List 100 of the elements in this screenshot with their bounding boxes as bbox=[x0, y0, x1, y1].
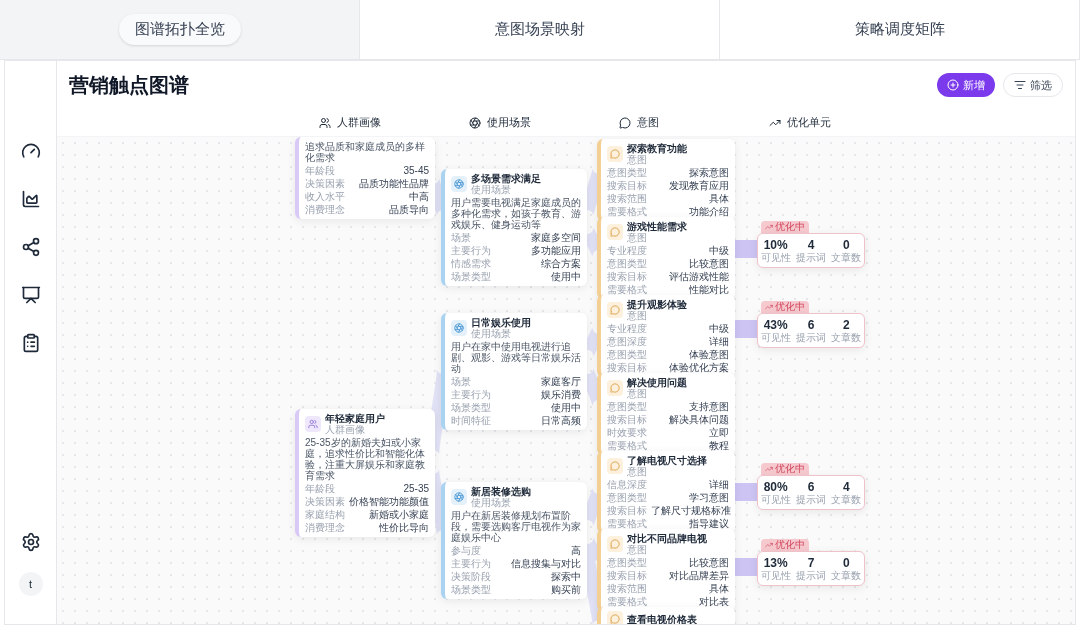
attribute-value: 体验优化方案 bbox=[669, 362, 729, 373]
chat-bubble-icon bbox=[607, 536, 623, 552]
attribute-value: 对比表 bbox=[699, 596, 729, 607]
attribute-label: 场景类型 bbox=[451, 584, 491, 595]
optimization-unit-card[interactable]: 10% 可见性 4 提示词 0 文章数 bbox=[757, 233, 865, 268]
attribute-label: 意图类型 bbox=[607, 557, 647, 568]
filter-button[interactable]: 筛选 bbox=[1003, 73, 1063, 97]
attribute-label: 需要格式 bbox=[607, 518, 647, 529]
attribute-label: 收入水平 bbox=[305, 191, 345, 202]
attribute-value: 具体 bbox=[709, 193, 729, 204]
node-type-label: 意图 bbox=[627, 466, 647, 477]
intent-node-card[interactable]: 解决使用问题 意图 意图类型 支持意图 搜索目标 解决具体问题 时效要求 立即 需要格式 教程 bbox=[597, 373, 735, 455]
attribute-value: 中级 bbox=[709, 323, 729, 334]
trend-icon bbox=[765, 223, 773, 231]
add-button[interactable]: 新增 bbox=[937, 73, 995, 97]
optimization-unit-card[interactable]: 13% 可见性 7 提示词 0 文章数 bbox=[757, 551, 865, 586]
attribute-value: 评估游戏性能 bbox=[669, 271, 729, 282]
node-title: 提升观影体验 bbox=[627, 299, 687, 310]
intent-node-card[interactable]: 了解电视尺寸选择 意图 信息深度 详细 意图类型 学习意图 搜索目标 了解尺寸规格标准 需要格式 指导建议 bbox=[597, 451, 735, 533]
metric-label: 提示词 bbox=[796, 494, 826, 505]
settings-icon[interactable] bbox=[20, 532, 41, 552]
attribute-value: 具体 bbox=[709, 583, 729, 594]
metric-label: 文章数 bbox=[831, 332, 862, 343]
metric-label: 提示词 bbox=[796, 252, 826, 263]
attribute-label: 搜索范围 bbox=[607, 193, 647, 204]
attribute-value: 综合方案 bbox=[541, 258, 581, 269]
metric-value: 6 bbox=[807, 318, 815, 332]
attribute-label: 搜索目标 bbox=[607, 271, 647, 282]
attribute-label: 搜索目标 bbox=[607, 362, 647, 373]
attribute-value: 发现教育应用 bbox=[669, 180, 729, 191]
metric-value: 0 bbox=[842, 556, 850, 570]
attribute-label: 决策阶段 bbox=[451, 571, 491, 582]
attribute-value: 详细 bbox=[709, 336, 729, 347]
attribute-value: 探索中 bbox=[551, 571, 581, 582]
node-type-label: 意图 bbox=[627, 388, 647, 399]
scenario-node-card[interactable]: 多场景需求满足 使用场景 用户需要电视满足家庭成员的多种化需求，如孩子教育、游戏娱乐、健身运动等 场景 家庭多空间 主要行为 多功能应用 情感需求 综合方案 场景类型 使用中 bbox=[441, 169, 587, 286]
attribute-label: 情感需求 bbox=[451, 258, 491, 269]
attribute-value: 比较意图 bbox=[689, 557, 729, 568]
metric-label: 提示词 bbox=[796, 332, 826, 343]
persona-node-card[interactable]: 年轻家庭用户 人群画像 25-35岁的新婚夫妇或小家庭，追求性价比和智能化体验，注重大屏娱乐和家庭教育需求 年龄段 25-35 决策因素 价格智能功能颜值 家庭结构 新婚或小家庭 消费理念 性价比导向 bbox=[295, 409, 435, 537]
node-title: 游戏性能需求 bbox=[627, 221, 687, 232]
metric-label: 文章数 bbox=[831, 494, 862, 505]
column-header: 优化单元 bbox=[787, 115, 831, 131]
column-header: 意图 bbox=[637, 115, 659, 131]
people-icon bbox=[319, 116, 331, 129]
metric-value: 2 bbox=[842, 318, 850, 332]
flow-band bbox=[735, 240, 759, 258]
attribute-value: 立即 bbox=[709, 427, 729, 438]
network-icon[interactable] bbox=[20, 237, 41, 257]
intent-node-card[interactable]: 探索教育功能 意图 意图类型 探索意图 搜索目标 发现教育应用 搜索范围 具体 需要格式 功能介绍 bbox=[597, 139, 735, 221]
intent-node-card[interactable]: 提升观影体验 意图 专业程度 中级 意图深度 详细 意图类型 体验意图 搜索目标 体验优化方案 bbox=[597, 295, 735, 377]
attribute-value: 支持意图 bbox=[689, 401, 729, 412]
area-chart-icon[interactable] bbox=[20, 189, 41, 209]
attribute-label: 消费理念 bbox=[305, 204, 345, 215]
attribute-value: 信息搜集与对比 bbox=[511, 558, 581, 569]
node-type-label: 使用场景 bbox=[471, 328, 511, 339]
status-badge: 优化中 bbox=[761, 221, 809, 233]
attribute-value: 解决具体问题 bbox=[669, 414, 729, 425]
attribute-label: 意图类型 bbox=[607, 258, 647, 269]
metric-value: 13% bbox=[763, 556, 788, 570]
gauge-icon[interactable] bbox=[20, 141, 41, 161]
node-type-label: 意图 bbox=[627, 232, 647, 243]
attribute-label: 年龄段 bbox=[305, 483, 335, 494]
optimization-unit-card[interactable]: 80% 可见性 6 提示词 4 文章数 bbox=[757, 475, 865, 510]
presentation-chart-icon[interactable] bbox=[20, 285, 41, 305]
intent-node-card[interactable]: 游戏性能需求 意图 专业程度 中级 意图类型 比较意图 搜索目标 评估游戏性能 需要格式 性能对比 bbox=[597, 217, 735, 299]
node-description: 25-35岁的新婚夫妇或小家庭，追求性价比和智能化体验，注重大屏娱乐和家庭教育需求 bbox=[305, 437, 426, 481]
persona-node-card[interactable]: 追求品质和家庭成员的多样化需求 年龄段 35-45 决策因素 品质功能性品牌 收入水平 中高 消费理念 品质导向 bbox=[295, 137, 435, 219]
attribute-label: 决策因素 bbox=[305, 496, 345, 507]
attribute-label: 年龄段 bbox=[305, 165, 335, 176]
tab[interactable]: 图谱拓扑全览 bbox=[118, 14, 241, 45]
attribute-label: 主要行为 bbox=[451, 389, 491, 400]
chat-bubble-icon bbox=[607, 146, 623, 162]
metric-label: 文章数 bbox=[831, 252, 862, 263]
attribute-value: 对比品牌差异 bbox=[669, 570, 729, 581]
status-badge: 优化中 bbox=[761, 539, 809, 551]
node-type-label: 使用场景 bbox=[471, 497, 512, 508]
attribute-value: 使用中 bbox=[551, 402, 581, 413]
scenario-node-card[interactable]: 新居装修选购 使用场景 用户在新居装修规划布置阶段，需要选购客厅电视作为家庭娱乐中心 参与度 高 主要行为 信息搜集与对比 决策阶段 探索中 场景类型 购买前 bbox=[441, 482, 587, 599]
optimization-unit-card[interactable]: 43% 可见性 6 提示词 2 文章数 bbox=[757, 313, 865, 348]
attribute-label: 需要格式 bbox=[607, 440, 647, 451]
attribute-value: 新婚或小家庭 bbox=[369, 509, 429, 520]
attribute-label: 场景类型 bbox=[451, 271, 491, 282]
metric-label: 可见性 bbox=[760, 494, 791, 505]
intent-node-card[interactable]: 对比不同品牌电视 意图 意图类型 比较意图 搜索目标 对比品牌差异 搜索范围 具体 需要格式 对比表 bbox=[597, 529, 735, 611]
attribute-value: 学习意图 bbox=[689, 492, 729, 503]
metric-label: 提示词 bbox=[796, 570, 826, 581]
metric-value: 43% bbox=[763, 318, 788, 332]
attribute-value: 品质导向 bbox=[389, 204, 429, 215]
metric-value: 4 bbox=[842, 480, 850, 494]
user-avatar[interactable]: t bbox=[18, 572, 43, 596]
attribute-value: 购买前 bbox=[551, 584, 581, 595]
attribute-value: 性价比导向 bbox=[379, 522, 429, 533]
intent-node-card[interactable]: 查看电视价格表 bbox=[597, 607, 735, 624]
attribute-value: 探索意图 bbox=[689, 167, 729, 178]
attribute-label: 意图类型 bbox=[607, 401, 647, 412]
filter-icon bbox=[1014, 79, 1026, 91]
scenario-node-card[interactable]: 日常娱乐使用 使用场景 用户在家中使用电视进行追剧、观影、游戏等日常娱乐活动 场景 家庭客厅 主要行为 娱乐消费 场景类型 使用中 时间特征 日常高频 bbox=[441, 313, 587, 430]
node-description: 用户在家中使用电视进行追剧、观影、游戏等日常娱乐活动 bbox=[451, 341, 581, 374]
metric-value: 80% bbox=[763, 480, 788, 494]
